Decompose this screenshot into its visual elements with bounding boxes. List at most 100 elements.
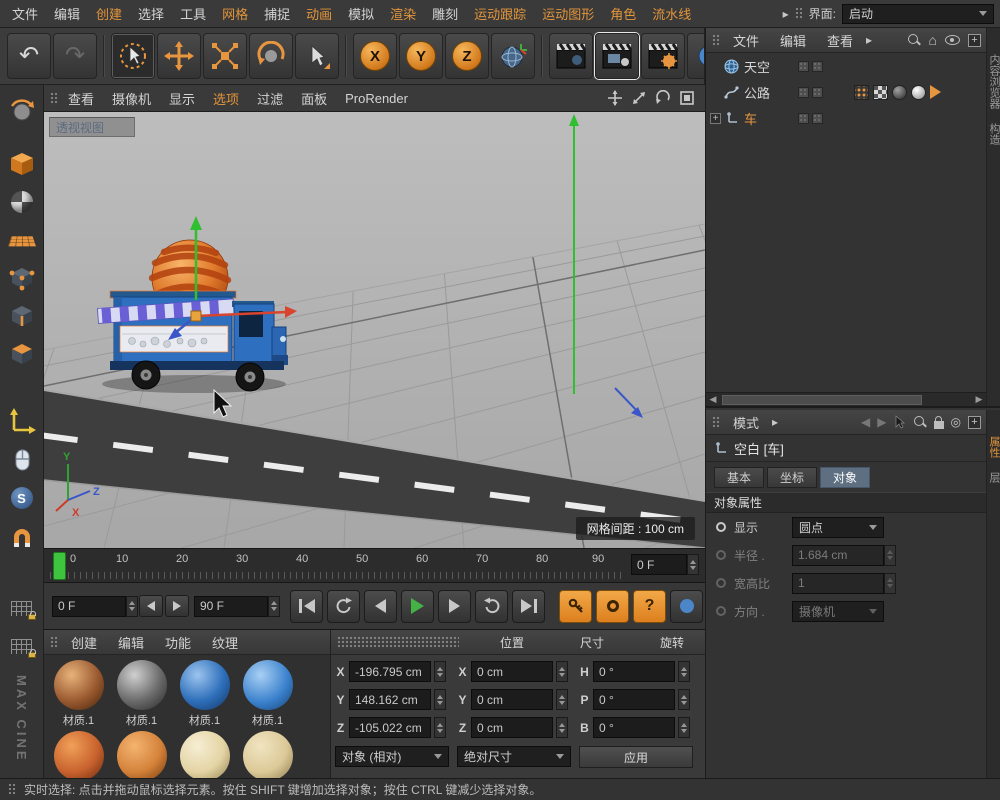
play-button[interactable] <box>401 590 434 623</box>
points-mode-button[interactable] <box>3 259 41 297</box>
menu-snap[interactable]: 捕捉 <box>256 4 298 23</box>
material-panel-grip-icon[interactable] <box>50 636 58 649</box>
range-prev-button[interactable] <box>139 595 163 617</box>
redo-button[interactable]: ↷ <box>53 33 97 79</box>
scroll-right-icon[interactable]: ▶ <box>972 394 986 406</box>
edges-mode-button[interactable] <box>3 297 41 335</box>
target-icon[interactable]: ◎ <box>951 415 961 429</box>
layer-chip-icon[interactable] <box>812 61 823 72</box>
phong-tag-icon[interactable] <box>854 85 869 100</box>
object-row-car[interactable]: + 车 <box>706 105 986 131</box>
stepper[interactable] <box>434 661 446 682</box>
rotate-tool-button[interactable] <box>249 33 293 79</box>
search-icon[interactable] <box>913 415 927 429</box>
tab-coordinates[interactable]: 坐标 <box>767 467 817 488</box>
perspective-viewport[interactable]: Y Z X 透视视图 网格间距 : 100 cm <box>44 112 705 548</box>
tab-attributes[interactable]: 属性 <box>986 436 1000 458</box>
keyframe-dot-icon[interactable] <box>716 550 726 560</box>
viewport-solo-button[interactable] <box>3 441 41 479</box>
om-menu-view[interactable]: 查看 <box>819 31 861 50</box>
history-forward-icon[interactable]: ▶ <box>877 415 886 429</box>
scroll-left-icon[interactable]: ◀ <box>706 394 720 406</box>
home-icon[interactable]: ⌂ <box>929 32 937 48</box>
next-frame-button[interactable] <box>438 590 471 623</box>
stepper[interactable] <box>556 661 568 682</box>
scale-tool-button[interactable] <box>203 33 247 79</box>
stepper[interactable] <box>434 717 446 738</box>
texture-mode-button[interactable] <box>3 183 41 221</box>
chevron-right-icon[interactable]: ▸ <box>866 33 872 47</box>
viewport-name-field[interactable]: 透视视图 <box>49 117 135 137</box>
mat-menu-edit[interactable]: 编辑 <box>110 633 152 652</box>
coordinate-mode-select[interactable]: 对象 (相对) <box>335 746 449 767</box>
scrollbar-thumb[interactable] <box>722 395 922 405</box>
position-x-field[interactable]: -196.795 cm <box>349 661 431 682</box>
workplane-mode-button[interactable] <box>3 221 41 259</box>
position-z-field[interactable]: -105.022 cm <box>349 717 431 738</box>
coordinate-system-button[interactable] <box>491 33 535 79</box>
tab-object[interactable]: 对象 <box>820 467 870 488</box>
end-frame-stepper[interactable] <box>268 596 280 617</box>
tab-structure[interactable]: 构造 <box>986 123 1000 145</box>
zoom-view-icon[interactable] <box>631 90 647 106</box>
size-z-field[interactable]: 0 cm <box>471 717 553 738</box>
mat-menu-function[interactable]: 功能 <box>157 633 199 652</box>
add-panel-icon[interactable]: + <box>968 34 981 47</box>
vp-menu-view[interactable]: 查看 <box>60 89 102 108</box>
goto-end-button[interactable] <box>512 590 545 623</box>
size-y-field[interactable]: 0 cm <box>471 689 553 710</box>
pan-view-icon[interactable] <box>607 90 623 106</box>
magnet-snap-button[interactable] <box>3 517 41 555</box>
menu-mesh[interactable]: 网格 <box>214 4 256 23</box>
menu-render[interactable]: 渲染 <box>382 4 424 23</box>
interface-select[interactable]: 启动 <box>842 4 994 24</box>
tab-layers[interactable]: 层 <box>986 472 1000 483</box>
last-tool-button[interactable] <box>295 33 339 79</box>
menu-file[interactable]: 文件 <box>4 4 46 23</box>
menubar-grip-icon[interactable] <box>795 7 803 20</box>
vp-menu-options[interactable]: 选项 <box>205 89 247 108</box>
move-tool-button[interactable] <box>157 33 201 79</box>
add-panel-icon[interactable]: + <box>968 416 981 429</box>
render-settings-button[interactable] <box>595 33 639 79</box>
apply-button[interactable]: 应用 <box>579 746 693 768</box>
rotation-b-field[interactable]: 0 ° <box>593 717 675 738</box>
vp-menu-camera[interactable]: 摄像机 <box>104 89 159 108</box>
menu-select[interactable]: 选择 <box>130 4 172 23</box>
expand-icon[interactable]: + <box>710 113 721 124</box>
stepper[interactable] <box>884 545 896 566</box>
keyframe-dot-icon[interactable] <box>716 522 726 532</box>
menu-character[interactable]: 角色 <box>602 4 644 23</box>
mat-menu-texture[interactable]: 纹理 <box>204 633 246 652</box>
object-properties-section[interactable]: 对象属性 <box>706 492 1000 513</box>
play-backward-button[interactable] <box>475 590 508 623</box>
start-frame-stepper[interactable] <box>126 596 138 617</box>
frame-stepper[interactable] <box>687 554 699 575</box>
timeline-playhead[interactable] <box>53 552 66 580</box>
rotation-h-field[interactable]: 0 ° <box>593 661 675 682</box>
aspect-ratio-field[interactable]: 1 <box>792 573 884 594</box>
om-horizontal-scrollbar[interactable]: ◀ ▶ <box>706 392 986 406</box>
chevron-right-icon[interactable]: ▸ <box>783 7 789 21</box>
maximize-view-icon[interactable] <box>679 90 695 106</box>
keyframe-dot-icon[interactable] <box>716 578 726 588</box>
selection-tag-icon[interactable] <box>930 85 941 99</box>
help-button[interactable]: ? <box>633 590 666 623</box>
range-next-button[interactable] <box>165 595 189 617</box>
rotation-p-field[interactable]: 0 ° <box>593 689 675 710</box>
material-item[interactable]: 材质.1 <box>176 660 233 725</box>
enable-axis-button[interactable] <box>3 403 41 441</box>
orientation-select[interactable]: 摄像机 <box>792 601 884 622</box>
search-icon[interactable] <box>907 33 921 47</box>
uvw-tag-icon[interactable] <box>873 85 888 100</box>
stepper[interactable] <box>556 717 568 738</box>
layer-chip-icon[interactable] <box>798 87 809 98</box>
size-x-field[interactable]: 0 cm <box>471 661 553 682</box>
menu-animate[interactable]: 动画 <box>298 4 340 23</box>
vp-menu-panel[interactable]: 面板 <box>293 89 335 108</box>
workplane-snap-button[interactable] <box>3 627 41 665</box>
polygons-mode-button[interactable] <box>3 335 41 373</box>
am-grip-icon[interactable] <box>712 416 720 429</box>
layer-chip-icon[interactable] <box>798 113 809 124</box>
menu-sculpt[interactable]: 雕刻 <box>424 4 466 23</box>
